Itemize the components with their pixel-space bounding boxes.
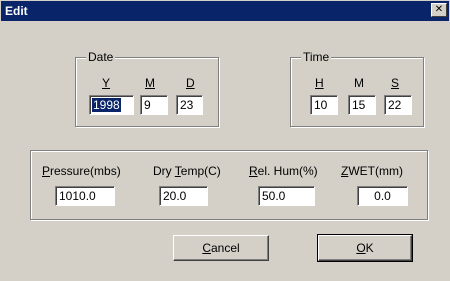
pressure-label: Pressure(mbs) xyxy=(42,164,121,178)
title-bar[interactable]: Edit ✕ xyxy=(1,1,449,21)
weather-group xyxy=(30,150,428,220)
dry-temp-label: Dry Temp(C) xyxy=(153,164,221,178)
ok-button[interactable]: OK xyxy=(317,234,413,262)
window-title: Edit xyxy=(5,4,28,18)
edit-dialog: Edit ✕ Date Y M D 1998 9 23 Time H M S 1… xyxy=(0,0,450,281)
year-field[interactable]: 1998 xyxy=(89,95,134,115)
second-field[interactable]: 22 xyxy=(384,95,412,115)
cancel-button[interactable]: Cancel xyxy=(173,235,269,261)
year-label: Y xyxy=(102,76,111,90)
date-group-legend: Date xyxy=(86,50,116,64)
ok-button-label: OK xyxy=(356,241,374,255)
day-label: D xyxy=(186,76,195,90)
day-field[interactable]: 23 xyxy=(176,95,203,115)
month-field[interactable]: 9 xyxy=(140,95,168,115)
rel-hum-label: Rel. Hum(%) xyxy=(249,164,318,178)
zwet-label: ZWET(mm) xyxy=(341,164,403,178)
time-group: Time xyxy=(290,50,424,127)
cancel-button-label: Cancel xyxy=(202,241,240,255)
zwet-field[interactable]: 0.0 xyxy=(357,186,408,206)
close-button[interactable]: ✕ xyxy=(431,3,447,17)
year-value: 1998 xyxy=(92,98,121,112)
rel-hum-field[interactable]: 50.0 xyxy=(258,186,315,206)
dry-temp-field[interactable]: 20.0 xyxy=(159,186,208,206)
second-label: S xyxy=(391,76,400,90)
hour-field[interactable]: 10 xyxy=(310,95,338,115)
hour-label: H xyxy=(315,76,324,90)
close-icon: ✕ xyxy=(434,4,444,15)
minute-label: M xyxy=(354,76,364,90)
time-group-legend: Time xyxy=(301,50,332,64)
date-group: Date xyxy=(75,50,219,127)
pressure-field[interactable]: 1010.0 xyxy=(55,186,115,206)
month-label: M xyxy=(145,76,155,90)
minute-field[interactable]: 15 xyxy=(348,95,376,115)
